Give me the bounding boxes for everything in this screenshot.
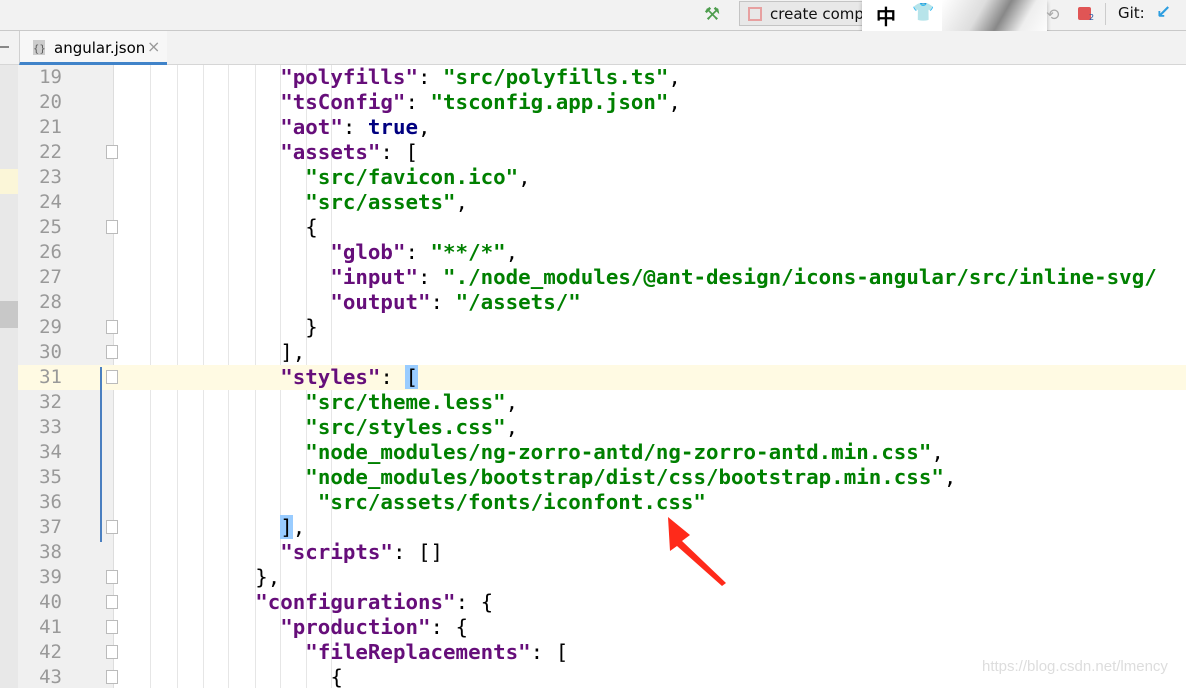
git-label: Git: — [1118, 4, 1145, 22]
annotation-layer — [668, 517, 726, 586]
stop-count-badge: 2 — [1089, 13, 1095, 22]
collapse-icon[interactable] — [0, 46, 9, 48]
build-hammer-icon[interactable]: ⚒ — [704, 4, 720, 25]
toolbar-divider — [1105, 3, 1106, 25]
skin-shirt-icon[interactable]: 👕 — [912, 2, 934, 23]
toolbar: ⚒ create comp 中 👕 ⟲ 2 Git: ↙ — [0, 0, 1186, 38]
json-file-icon: {} — [33, 40, 46, 55]
run-config-icon — [748, 7, 762, 21]
editor-tab-bar: {} angular.json × — [0, 31, 1186, 65]
run-config-label: create comp — [770, 5, 864, 23]
run-configuration-select[interactable]: create comp — [739, 1, 879, 26]
history-icon[interactable]: ⟲ — [1046, 5, 1059, 24]
watermark: https://blog.csdn.net/lmency — [982, 658, 1168, 675]
code-editor[interactable]: 19 "polyfills": "src/polyfills.ts", 20 "t… — [0, 65, 1186, 689]
red-arrow-annotation — [668, 517, 726, 586]
git-update-arrow-icon[interactable]: ↙ — [1156, 2, 1171, 23]
ime-language-indicator[interactable]: 中 — [876, 1, 896, 30]
close-tab-icon[interactable]: × — [147, 37, 160, 56]
tab-angular-json[interactable]: {} angular.json × — [19, 31, 167, 65]
tab-label: angular.json — [54, 39, 146, 57]
